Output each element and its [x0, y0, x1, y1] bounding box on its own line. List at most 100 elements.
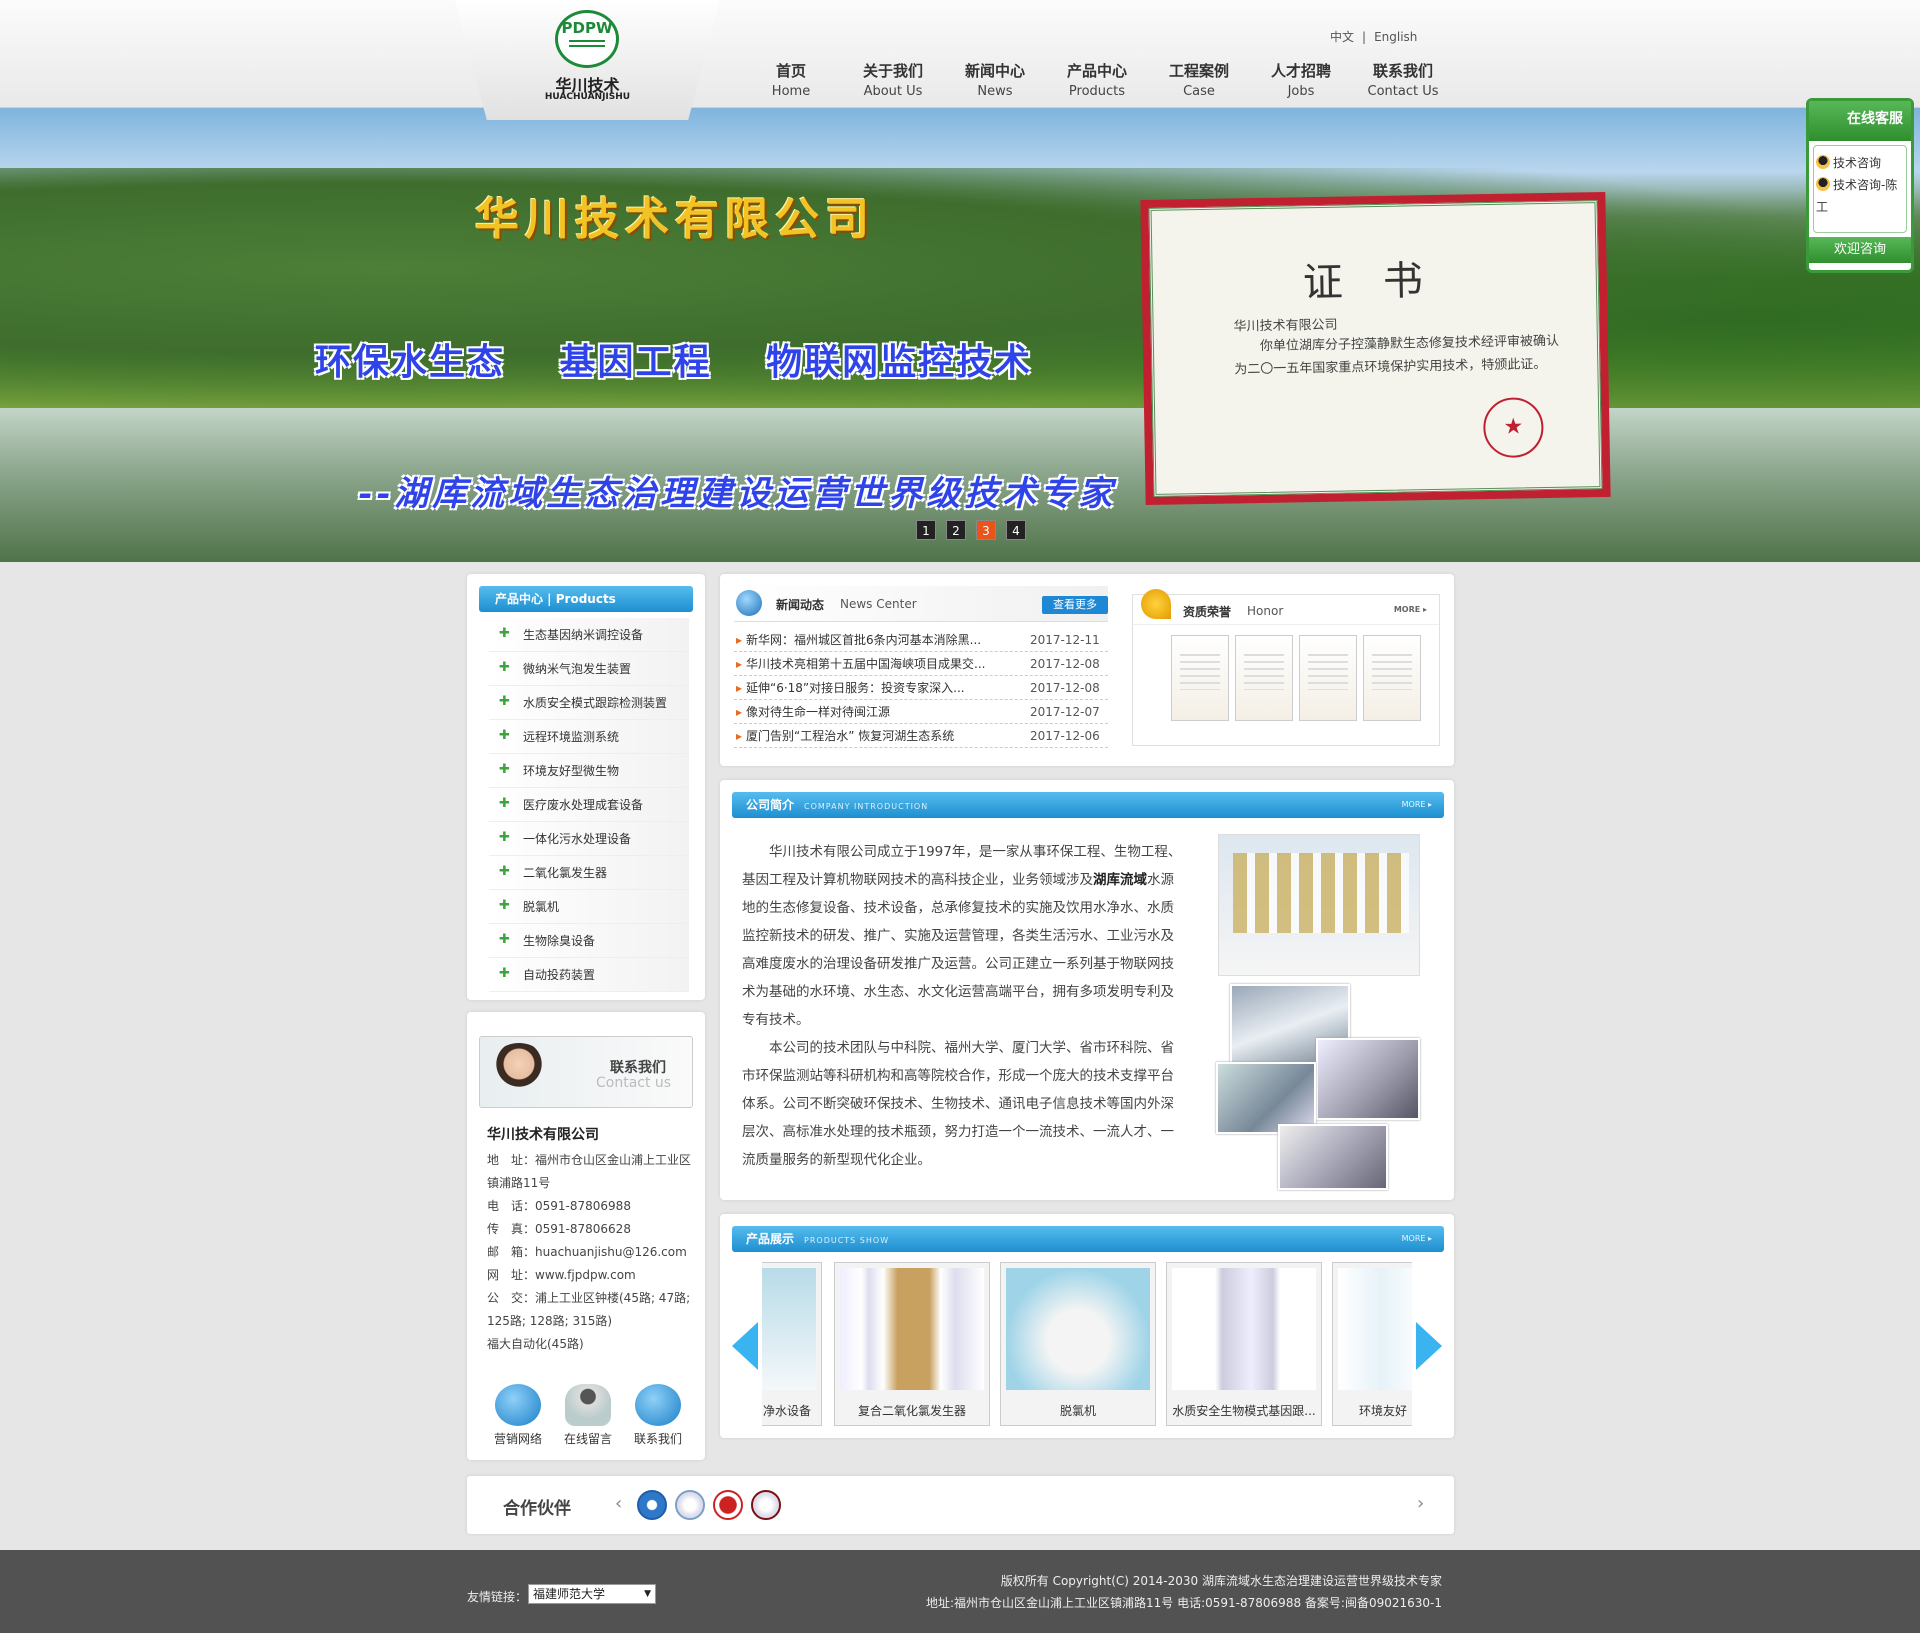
- friend-links-select[interactable]: 福建师范大学: [528, 1584, 656, 1604]
- certificate-thumbnail[interactable]: [1235, 635, 1293, 721]
- news-item[interactable]: 华川技术亮相第十五届中国海峡项目成果交... 2017-12-08: [734, 652, 1108, 676]
- seal-icon: ★: [1482, 397, 1544, 459]
- product-image: [762, 1268, 816, 1390]
- product-menu-item[interactable]: 自动投药装置: [489, 957, 689, 992]
- banner-page-2[interactable]: 2: [946, 520, 966, 540]
- product-menu-item[interactable]: 生物除臭设备: [489, 923, 689, 958]
- product-image: [1338, 1268, 1412, 1390]
- contact-website: 网 址：www.fjpdpw.com: [487, 1268, 636, 1282]
- news-more-button[interactable]: 查看更多: [1042, 596, 1108, 614]
- copyright-text: 版权所有 Copyright(C) 2014-2030 湖库流域水生态治理建设运…: [1000, 1574, 1442, 1588]
- main-nav: 首页 Home 关于我们 About Us 新闻中心 News 产品中心 Product…: [740, 60, 1454, 99]
- logo-mark-text: PDPW: [561, 19, 613, 37]
- sales-network-link[interactable]: 营销网络: [483, 1384, 553, 1447]
- banner-page-1[interactable]: 1: [916, 520, 936, 540]
- certificate-body: 你单位湖库分子控藻静默生态修复技术经评审被确认为二〇一五年国家重点环境保护实用技…: [1234, 333, 1560, 378]
- intro-title-en: COMPANY INTRODUCTION: [804, 802, 929, 811]
- contact-phone: 电 话：0591-87806988: [487, 1199, 631, 1213]
- site-footer: 友情链接： 福建师范大学 版权所有 Copyright(C) 2014-2030…: [0, 1550, 1920, 1633]
- product-caption: 复合二氧化氯发生器: [857, 1404, 966, 1418]
- certificate-company: 华川技术有限公司: [1233, 317, 1338, 335]
- product-menu-item[interactable]: 水质安全模式跟踪检测装置: [489, 685, 689, 720]
- products-show-title-en: PRODUCTS SHOW: [804, 1236, 890, 1245]
- contact-us-link[interactable]: 联系我们: [623, 1384, 693, 1447]
- nav-label-cn: 联系我们: [1372, 62, 1433, 80]
- logo-name-en: HUACHUANJISHU: [544, 92, 631, 102]
- product-caption: 环境友好: [1359, 1404, 1408, 1418]
- nav-home[interactable]: 首页 Home: [740, 60, 842, 99]
- news-title: 新闻动态: [776, 598, 825, 612]
- shortcut-label: 营销网络: [493, 1432, 542, 1446]
- site-header: 中文 | English 首页 Home 关于我们 About Us 新闻中心 News …: [0, 0, 1920, 108]
- product-menu-item[interactable]: 微纳米气泡发生装置: [489, 651, 689, 686]
- news-item-date: 2017-12-06: [1030, 729, 1100, 743]
- shortcut-label: 联系我们: [633, 1432, 682, 1446]
- nav-products[interactable]: 产品中心 Products: [1046, 60, 1148, 99]
- products-show-more-link[interactable]: MORE ▸: [1402, 1226, 1432, 1252]
- nav-news[interactable]: 新闻中心 News: [944, 60, 1046, 99]
- carousel-next-button[interactable]: [1416, 1322, 1442, 1370]
- news-item-title: 像对待生命一样对待闽江源: [746, 705, 891, 719]
- lang-cn-link[interactable]: 中文: [1330, 30, 1354, 44]
- nav-label-cn: 关于我们: [862, 62, 923, 80]
- news-item[interactable]: 延伸“6·18”对接日服务：投资专家深入... 2017-12-08: [734, 676, 1108, 700]
- product-menu-item[interactable]: 环境友好型微生物: [489, 753, 689, 788]
- partner-logo[interactable]: [675, 1490, 705, 1520]
- globe-icon: [495, 1384, 541, 1426]
- banner-page-4[interactable]: 4: [1006, 520, 1026, 540]
- qq-consult-link[interactable]: 技术咨询: [1816, 152, 1904, 174]
- news-item-date: 2017-12-08: [1030, 681, 1100, 695]
- intro-highlight: 湖库流域: [1093, 872, 1147, 888]
- product-card[interactable]: 环境友好: [1332, 1262, 1412, 1426]
- carousel-prev-button[interactable]: [732, 1322, 758, 1370]
- product-menu-item[interactable]: 医疗废水处理成套设备: [489, 787, 689, 822]
- contact-banner[interactable]: 联系我们 Contact us: [479, 1036, 693, 1108]
- product-card[interactable]: 脱氯机: [1000, 1262, 1156, 1426]
- trophy-icon: [1141, 589, 1171, 619]
- product-menu-item[interactable]: 生态基因纳米调控设备: [489, 617, 689, 652]
- banner-page-3[interactable]: 3: [976, 520, 996, 540]
- qq-consult-link[interactable]: 技术咨询-陈工: [1816, 174, 1904, 218]
- nav-label-en: About Us: [863, 84, 923, 99]
- news-item[interactable]: 新华网：福州城区首批6条内河基本消除黑... 2017-12-11: [734, 628, 1108, 652]
- product-caption: 水质安全生物模式基因跟...: [1172, 1404, 1316, 1418]
- product-menu-item[interactable]: 二氧化氯发生器: [489, 855, 689, 890]
- nav-contact[interactable]: 联系我们 Contact Us: [1352, 60, 1454, 99]
- banner-pagination: 1 2 3 4: [916, 520, 1026, 540]
- product-menu-item[interactable]: 远程环境监测系统: [489, 719, 689, 754]
- intro-more-link[interactable]: MORE ▸: [1402, 792, 1432, 818]
- certificate-thumbnail[interactable]: [1299, 635, 1357, 721]
- online-message-link[interactable]: 在线留言: [553, 1384, 623, 1447]
- product-card[interactable]: 复合二氧化氯发生器: [834, 1262, 990, 1426]
- certificate-thumbnail[interactable]: [1171, 635, 1229, 721]
- product-menu-item[interactable]: 脱氯机: [489, 889, 689, 924]
- site-logo[interactable]: PDPW 华川技术 HUACHUANJISHU: [455, 0, 720, 120]
- lang-en-link[interactable]: English: [1374, 30, 1417, 44]
- intro-text: 华川技术有限公司成立于1997年，是一家从事环保工程、生物工程、基因工程及计算机…: [742, 838, 1182, 1174]
- nav-case[interactable]: 工程案例 Case: [1148, 60, 1250, 99]
- certificate-thumbnail[interactable]: [1363, 635, 1421, 721]
- product-card[interactable]: 水质安全生物模式基因跟...: [1166, 1262, 1322, 1426]
- partners-prev-icon[interactable]: ‹: [615, 1493, 622, 1514]
- nav-label-en: Products: [1068, 84, 1126, 99]
- phone-icon: [635, 1384, 681, 1426]
- partner-logo[interactable]: [713, 1490, 743, 1520]
- nav-about[interactable]: 关于我们 About Us: [842, 60, 944, 99]
- partner-logo[interactable]: [637, 1490, 667, 1520]
- product-image: [1006, 1268, 1150, 1390]
- intro-title: 公司简介: [746, 798, 795, 812]
- language-switch: 中文 | English: [1330, 28, 1417, 45]
- product-card[interactable]: 净水设备: [762, 1262, 822, 1426]
- product-menu-item[interactable]: 一体化污水处理设备: [489, 821, 689, 856]
- news-item[interactable]: 像对待生命一样对待闽江源 2017-12-07: [734, 700, 1108, 724]
- globe-icon: [736, 590, 762, 616]
- news-title-en: News Center: [840, 597, 917, 611]
- partners-next-icon[interactable]: ›: [1417, 1493, 1424, 1514]
- products-show-title: 产品展示: [746, 1232, 795, 1246]
- nav-label-cn: 产品中心: [1066, 62, 1127, 80]
- partner-logo[interactable]: [751, 1490, 781, 1520]
- news-item[interactable]: 厦门告别“工程治水” 恢复河湖生态系统 2017-12-06: [734, 724, 1108, 748]
- nav-jobs[interactable]: 人才招聘 Jobs: [1250, 60, 1352, 99]
- online-service-footer[interactable]: 欢迎咨询: [1809, 237, 1911, 263]
- honor-more-link[interactable]: MORE ▸: [1394, 605, 1427, 614]
